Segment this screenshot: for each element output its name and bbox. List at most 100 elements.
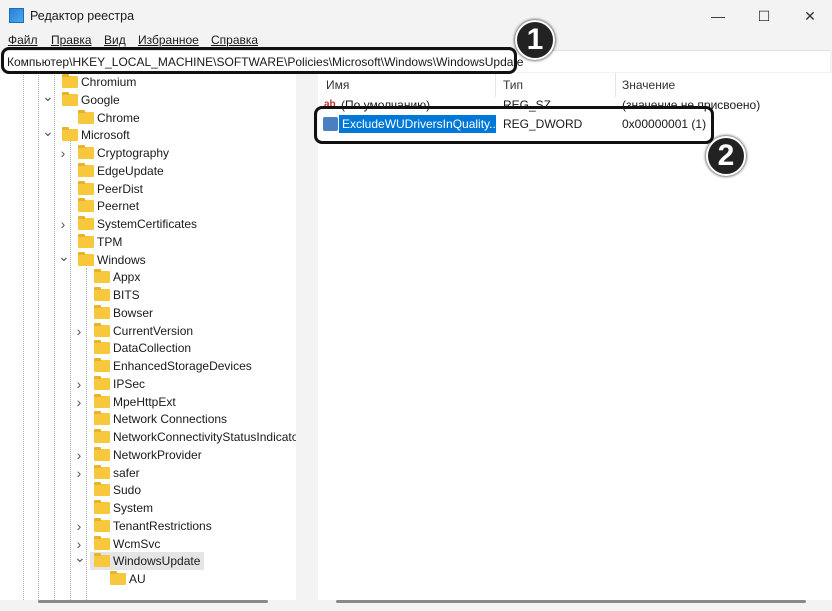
chevron-right-icon[interactable]: ›: [58, 144, 68, 162]
pane-splitter[interactable]: [296, 73, 318, 611]
tree-item-datacollection[interactable]: DataCollection: [90, 339, 191, 357]
folder-icon: [110, 571, 126, 585]
tree-item-label: WindowsUpdate: [113, 554, 201, 569]
chevron-right-icon[interactable]: ›: [74, 393, 84, 411]
tree-item-networkconnectivitystatusindicator[interactable]: NetworkConnectivityStatusIndicator: [90, 428, 296, 446]
tree-item-peernet[interactable]: Peernet: [74, 197, 139, 215]
folder-icon: [94, 287, 110, 301]
folder-icon: [94, 517, 110, 532]
tree-item-label: MpeHttpExt: [113, 394, 176, 409]
tree-item-system[interactable]: System: [90, 499, 153, 517]
tree-item-label: Google: [81, 92, 120, 107]
tree-item-tpm[interactable]: TPM: [74, 233, 122, 251]
tree-item-cryptography[interactable]: › Cryptography: [61, 144, 169, 162]
tree-item-peerdist[interactable]: PeerDist: [74, 180, 143, 198]
tree-item-label: Bowser: [113, 305, 154, 320]
folder-icon: [78, 198, 94, 213]
tree-item-microsoft[interactable]: ⌄ Microsoft: [42, 123, 130, 144]
window-title: Редактор реестра: [30, 9, 135, 23]
tree-item-enhancedstoragedevices[interactable]: EnhancedStorageDevices: [90, 357, 252, 375]
maximize-button[interactable]: ☐: [754, 6, 774, 26]
menu-favorites[interactable]: Избранное: [138, 33, 199, 47]
values-pane: Имя Тип Значение ab (По умолчанию) REG_S…: [318, 73, 832, 600]
value-highlight: [314, 106, 714, 144]
tree-item-google[interactable]: ⌄ Google: [42, 88, 120, 109]
tree-item-label: NetworkConnectivityStatusIndicator: [113, 430, 296, 444]
tree-item-label: NetworkProvider: [113, 447, 202, 462]
tree-item-label: AU: [129, 572, 146, 586]
menu-help[interactable]: Справка: [211, 33, 258, 47]
tree-item-label: safer: [113, 465, 140, 480]
address-highlight: [1, 47, 517, 74]
folder-icon: [78, 145, 94, 159]
chevron-right-icon[interactable]: ›: [74, 375, 84, 393]
chevron-down-icon[interactable]: ⌄: [58, 247, 70, 265]
tree-item-wcmsvc[interactable]: › WcmSvc: [77, 535, 161, 553]
registry-tree: Chromium ⌄ Google Chrome ⌄ Microsoft › Cryptogr…: [0, 73, 296, 600]
tree-item-bowser[interactable]: Bowser: [90, 304, 153, 322]
chevron-right-icon[interactable]: ›: [74, 446, 84, 464]
tree-item-label: TPM: [97, 234, 123, 249]
values-horizontal-scrollbar[interactable]: [336, 600, 806, 603]
menu-edit[interactable]: Правка: [51, 33, 92, 47]
folder-icon: [94, 393, 110, 408]
tree-item-chromium[interactable]: Chromium: [58, 73, 136, 91]
tree-item-label: BITS: [113, 288, 140, 302]
tree-item-label: DataCollection: [113, 341, 192, 356]
tree-item-label: Network Connections: [113, 412, 228, 427]
tree-item-network-connections[interactable]: Network Connections: [90, 410, 227, 428]
folder-icon: [94, 358, 110, 372]
tree-item-chrome[interactable]: Chrome: [74, 109, 140, 127]
tree-item-tenantrestrictions[interactable]: › TenantRestrictions: [77, 517, 212, 535]
tree-item-currentversion[interactable]: › CurrentVersion: [77, 322, 194, 340]
tree-item-label: WcmSvc: [113, 536, 161, 551]
tree-item-label: Chrome: [97, 110, 140, 125]
menu-view[interactable]: Вид: [104, 33, 126, 47]
folder-icon: [78, 251, 94, 266]
tree-item-windows[interactable]: ⌄ Windows: [58, 248, 146, 269]
chevron-down-icon[interactable]: ⌄: [74, 548, 86, 566]
folder-icon: [94, 446, 110, 461]
column-value[interactable]: Значение: [622, 78, 675, 92]
folder-icon: [78, 233, 94, 248]
tree-item-networkprovider[interactable]: › NetworkProvider: [77, 446, 202, 464]
title-bar: Редактор реестра — ☐ ✕: [0, 0, 832, 31]
column-type[interactable]: Тип: [503, 78, 523, 92]
tree-item-mpehttpext[interactable]: › MpeHttpExt: [77, 393, 176, 411]
tree-item-label: IPSec: [113, 376, 146, 391]
tree-item-label: Sudo: [113, 483, 142, 498]
tree-item-bits[interactable]: BITS: [90, 286, 140, 304]
tree-item-label: PeerDist: [97, 181, 144, 196]
tree-item-windowsupdate[interactable]: ⌄ WindowsUpdate: [74, 549, 205, 571]
folder-icon: [94, 375, 110, 390]
tree-item-label: Windows: [97, 252, 146, 267]
tree-item-label: CurrentVersion: [113, 323, 194, 338]
tree-item-edgeupdate[interactable]: EdgeUpdate: [74, 162, 164, 180]
tree-item-label: Appx: [113, 270, 141, 285]
chevron-down-icon[interactable]: ⌄: [42, 87, 54, 105]
close-button[interactable]: ✕: [800, 6, 820, 26]
tree-item-au[interactable]: AU: [106, 570, 146, 588]
tree-item-label: SystemCertificates: [97, 217, 198, 231]
chevron-down-icon[interactable]: ⌄: [42, 122, 54, 140]
column-name[interactable]: Имя: [326, 78, 349, 92]
folder-icon: [94, 340, 110, 355]
folder-icon: [62, 91, 78, 106]
tree-item-appx[interactable]: Appx: [90, 268, 140, 286]
minimize-button[interactable]: —: [708, 6, 728, 26]
chevron-right-icon[interactable]: ›: [74, 517, 84, 535]
chevron-right-icon[interactable]: ›: [74, 322, 84, 340]
folder-icon: [94, 429, 110, 443]
tree-item-ipsec[interactable]: › IPSec: [77, 375, 146, 393]
tree-item-sudo[interactable]: Sudo: [90, 481, 141, 499]
menu-file[interactable]: Файл: [8, 33, 38, 47]
tree-horizontal-scrollbar[interactable]: [38, 600, 268, 603]
chevron-right-icon[interactable]: ›: [58, 215, 68, 233]
chevron-right-icon[interactable]: ›: [74, 464, 84, 482]
folder-icon: [94, 500, 110, 514]
folder-icon: [78, 180, 94, 195]
folder-icon: [94, 304, 110, 319]
tree-item-systemcertificates[interactable]: › SystemCertificates: [61, 215, 198, 233]
folder-icon: [78, 109, 94, 124]
tree-item-safer[interactable]: › safer: [77, 464, 140, 482]
